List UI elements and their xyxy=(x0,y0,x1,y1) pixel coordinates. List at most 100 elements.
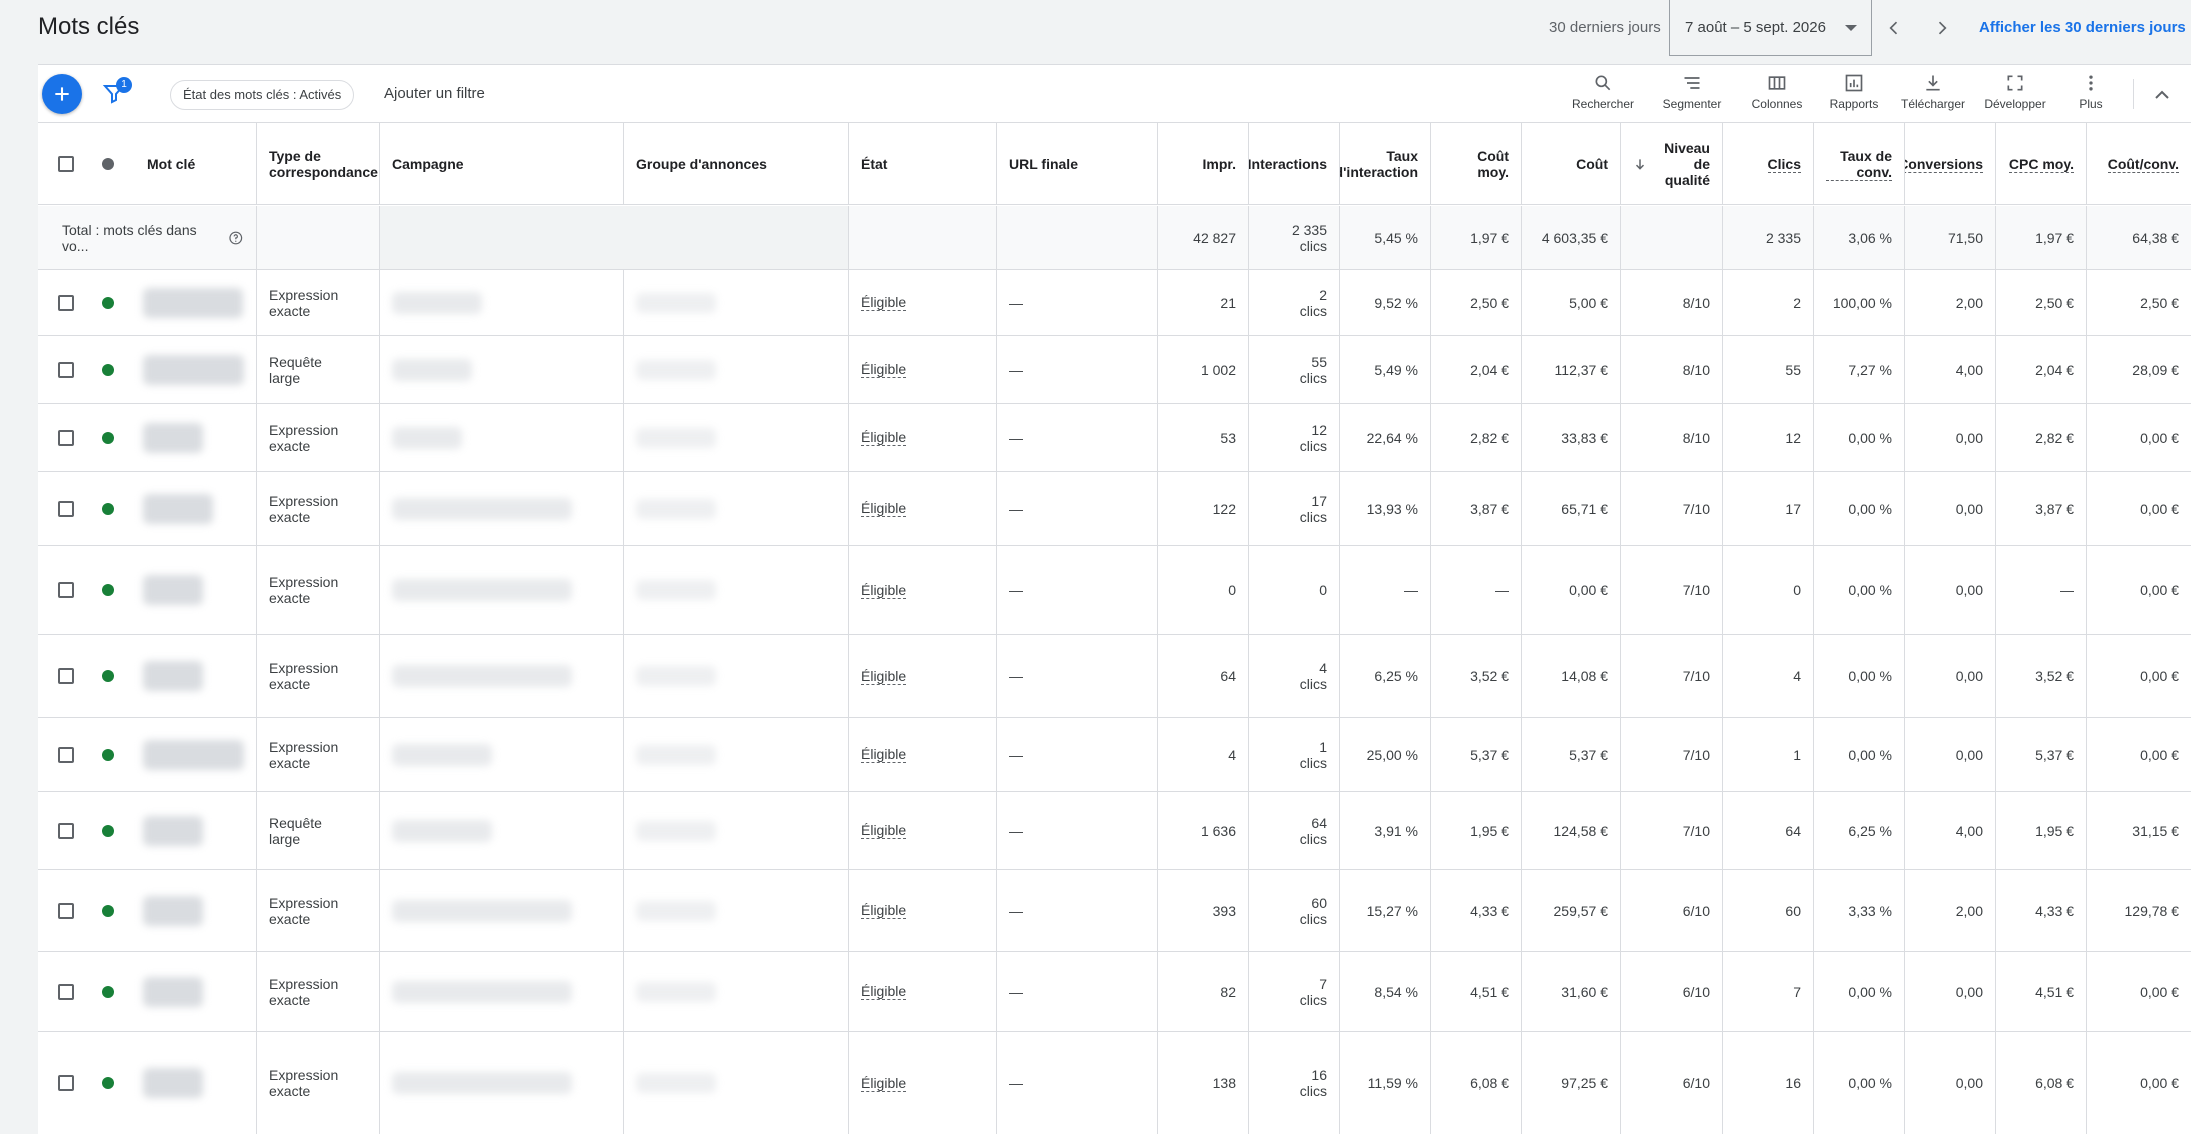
ad-group-cell[interactable] xyxy=(623,1032,848,1134)
keyword-cell[interactable] xyxy=(123,718,256,791)
ad-group-cell[interactable] xyxy=(623,404,848,471)
keyword-cell[interactable] xyxy=(123,635,256,717)
campaign-cell[interactable] xyxy=(379,792,623,869)
row-checkbox[interactable] xyxy=(57,983,74,1000)
header-interaction-rate[interactable]: Taux d'interaction xyxy=(1339,123,1430,205)
row-checkbox[interactable] xyxy=(57,902,74,919)
select-all-checkbox[interactable] xyxy=(57,156,74,172)
segment-tool-button[interactable]: Segmenter xyxy=(1652,73,1732,111)
ad-group-cell[interactable] xyxy=(623,870,848,951)
ad-group-cell[interactable] xyxy=(623,635,848,717)
table-row[interactable]: Expression exacte Éligible —122 17 clics 13,93… xyxy=(38,472,2191,546)
table-row[interactable]: Requête large Éligible —1 636 64 clics 3,91 % 1… xyxy=(38,792,2191,870)
table-row[interactable]: Expression exacte Éligible —21 2 clics 9,52 % 2… xyxy=(38,270,2191,336)
header-campaign[interactable]: Campagne xyxy=(379,123,623,205)
redacted-keyword xyxy=(143,895,203,926)
row-checkbox[interactable] xyxy=(57,582,74,598)
header-avg-cpc[interactable]: CPC moy. xyxy=(1995,123,2086,205)
next-period-button[interactable] xyxy=(1928,14,1956,42)
table-row[interactable]: Requête large Éligible —1 002 55 clics 5,49 % 2… xyxy=(38,336,2191,404)
campaign-cell[interactable] xyxy=(379,870,623,951)
ad-group-cell[interactable] xyxy=(623,472,848,545)
row-checkbox[interactable] xyxy=(57,361,74,378)
table-row[interactable]: Expression exacte Éligible —0 0— —0,00 €7/10 0… xyxy=(38,546,2191,635)
campaign-cell[interactable] xyxy=(379,472,623,545)
table-row[interactable]: Expression exacte Éligible —4 1 clics 25,00 % 5… xyxy=(38,718,2191,792)
campaign-cell[interactable] xyxy=(379,404,623,471)
add-keyword-button[interactable] xyxy=(42,74,82,114)
status-eligible[interactable]: Éligible xyxy=(861,500,907,517)
row-checkbox[interactable] xyxy=(57,500,74,517)
ad-group-cell[interactable] xyxy=(623,952,848,1031)
row-checkbox[interactable] xyxy=(57,668,74,684)
ad-group-cell[interactable] xyxy=(623,792,848,869)
row-checkbox[interactable] xyxy=(57,1075,74,1091)
download-tool-button[interactable]: Télécharger xyxy=(1893,73,1973,111)
table-row[interactable]: Expression exacte Éligible —138 16 clics 11,59… xyxy=(38,1032,2191,1134)
status-eligible[interactable]: Éligible xyxy=(861,902,907,919)
table-row[interactable]: Expression exacte Éligible —64 4 clics 6,25 % 3… xyxy=(38,635,2191,718)
campaign-cell[interactable] xyxy=(379,270,623,335)
filter-chip-keyword-status[interactable]: État des mots clés : Activés xyxy=(170,80,355,110)
status-eligible[interactable]: Éligible xyxy=(861,983,907,1000)
expand-tool-button[interactable]: Développer xyxy=(1975,73,2055,111)
campaign-cell[interactable] xyxy=(379,635,623,717)
status-eligible[interactable]: Éligible xyxy=(861,668,907,685)
status-eligible[interactable]: Éligible xyxy=(861,1075,907,1092)
header-interactions[interactable]: Interactions xyxy=(1248,123,1339,205)
add-filter-button[interactable]: Ajouter un filtre xyxy=(384,85,485,102)
table-row[interactable]: Expression exacte Éligible —82 7 clics 8,54 % 4… xyxy=(38,952,2191,1032)
search-tool-button[interactable]: Rechercher xyxy=(1563,73,1643,111)
help-icon[interactable] xyxy=(228,230,244,246)
row-checkbox[interactable] xyxy=(57,822,74,839)
header-clicks[interactable]: Clics xyxy=(1722,123,1813,205)
status-eligible[interactable]: Éligible xyxy=(861,746,907,763)
header-final-url[interactable]: URL finale xyxy=(996,123,1157,205)
header-avg-cost[interactable]: Coût moy. xyxy=(1430,123,1521,205)
collapse-button[interactable] xyxy=(2150,83,2174,107)
keyword-cell[interactable] xyxy=(123,336,256,403)
columns-tool-button[interactable]: Colonnes xyxy=(1737,73,1817,111)
header-cost[interactable]: Coût xyxy=(1521,123,1620,205)
campaign-cell[interactable] xyxy=(379,718,623,791)
header-impressions[interactable]: Impr. xyxy=(1157,123,1248,205)
row-checkbox[interactable] xyxy=(57,746,74,763)
status-eligible[interactable]: Éligible xyxy=(861,429,907,446)
campaign-cell[interactable] xyxy=(379,546,623,634)
status-eligible[interactable]: Éligible xyxy=(861,582,907,599)
header-status[interactable]: État xyxy=(848,123,996,205)
status-eligible[interactable]: Éligible xyxy=(861,294,907,311)
header-conversions[interactable]: Conversions xyxy=(1904,123,1995,205)
campaign-cell[interactable] xyxy=(379,1032,623,1134)
campaign-cell[interactable] xyxy=(379,336,623,403)
row-checkbox[interactable] xyxy=(57,294,74,311)
ad-group-cell[interactable] xyxy=(623,336,848,403)
show-last-30-days-link[interactable]: Afficher les 30 derniers jours xyxy=(1979,19,2186,36)
ad-group-cell[interactable] xyxy=(623,546,848,634)
header-match-type[interactable]: Type de correspondance xyxy=(256,123,379,205)
keyword-cell[interactable] xyxy=(123,870,256,951)
date-range-picker[interactable]: 7 août – 5 sept. 2026 xyxy=(1669,0,1872,56)
previous-period-button[interactable] xyxy=(1880,14,1908,42)
ad-group-cell[interactable] xyxy=(623,270,848,335)
table-row[interactable]: Expression exacte Éligible —393 60 clics 15,27… xyxy=(38,870,2191,952)
reports-tool-button[interactable]: Rapports xyxy=(1814,73,1894,111)
table-row[interactable]: Expression exacte Éligible —53 12 clics 22,64 … xyxy=(38,404,2191,472)
status-eligible[interactable]: Éligible xyxy=(861,822,907,839)
keyword-cell[interactable] xyxy=(123,472,256,545)
keyword-cell[interactable] xyxy=(123,952,256,1031)
header-quality-score[interactable]: Niveau de qualité xyxy=(1620,123,1722,205)
status-eligible[interactable]: Éligible xyxy=(861,361,907,378)
row-checkbox[interactable] xyxy=(57,429,74,446)
more-tool-button[interactable]: Plus xyxy=(2051,73,2131,111)
keyword-cell[interactable] xyxy=(123,1032,256,1134)
header-cost-per-conv[interactable]: Coût/conv. xyxy=(2086,123,2191,205)
header-conv-rate[interactable]: Taux de conv. xyxy=(1813,123,1904,205)
ad-group-cell[interactable] xyxy=(623,718,848,791)
keyword-cell[interactable] xyxy=(123,270,256,335)
keyword-cell[interactable] xyxy=(123,404,256,471)
keyword-cell[interactable] xyxy=(123,792,256,869)
campaign-cell[interactable] xyxy=(379,952,623,1031)
header-ad-group[interactable]: Groupe d'annonces xyxy=(623,123,848,205)
keyword-cell[interactable] xyxy=(123,546,256,634)
